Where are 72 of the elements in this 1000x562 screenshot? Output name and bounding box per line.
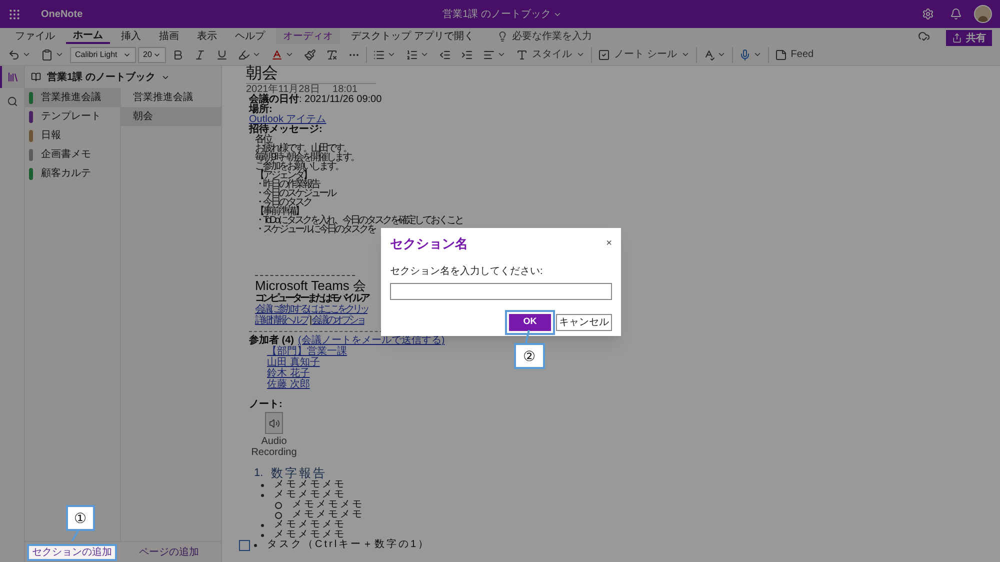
list-item: タスク（Ctrlキー＋数字の1） [267, 540, 430, 550]
message-line: ・ToDoにタスクを入れ、今日のタスクを確定しておくこと [255, 216, 462, 225]
callout-bubble: ② [514, 343, 545, 369]
menu-tab[interactable]: 挿入 [114, 28, 148, 44]
app-name: OneNote [41, 8, 83, 22]
add-page-button[interactable]: ページの追加 [117, 542, 221, 562]
list-item: メモメモメモ [274, 530, 346, 540]
page-item[interactable]: 営業推進会議 [121, 88, 221, 107]
list-item: メモメモメモ [274, 520, 346, 530]
dialog-prompt: セクション名を入力してください: [390, 264, 544, 278]
message-line: 各位 [255, 135, 271, 144]
attendee-link[interactable]: 山田 真知子 [267, 357, 320, 368]
feed-button[interactable]: Feed [770, 45, 818, 64]
notes-label: ノート: [249, 400, 282, 410]
notebook-name[interactable]: 営業1課 のノートブック [47, 70, 156, 84]
list-item: メモメモメモ [274, 480, 346, 490]
join-link[interactable]: 会議に参加するにはここをクリッ [255, 304, 368, 315]
section-item[interactable]: 日報 [25, 126, 120, 145]
menu-tab[interactable]: デスクトップ アプリで開く [344, 28, 481, 44]
font-size-dropdown[interactable]: 20 [138, 46, 166, 62]
message-line: ・今日のタスク [255, 198, 311, 207]
section-item[interactable]: テンプレート [25, 107, 120, 126]
section-item[interactable]: 顧客カルテ [25, 164, 120, 183]
message-line: ・スケジュールに今日のタスクを [255, 225, 375, 234]
meeting-date: 会議の日付: 2021/11/26 09:00 [249, 95, 382, 105]
teams-heading: Microsoft Teams 会 [255, 278, 366, 293]
page-title: 朝会 [246, 66, 376, 84]
font-dropdown[interactable]: Calibri Light [70, 46, 136, 62]
message-line: お疲れ様です。山田です。 [255, 144, 351, 153]
message-line: ご参加をお願いします。 [255, 162, 343, 171]
page-item[interactable]: 朝会 [121, 107, 221, 126]
search-field[interactable]: 必要な作業を入力 [512, 29, 652, 43]
list-number: 1. [254, 468, 264, 478]
close-button[interactable]: × [606, 238, 612, 249]
attendee-link[interactable]: 佐藤 次郎 [267, 379, 310, 390]
message-line: 【アジェンダ】 [255, 171, 311, 180]
menu-tab[interactable]: 描画 [152, 28, 186, 44]
message-line: 毎朝9時~朝会を開催します。 [255, 153, 358, 162]
list-item: メモメモメモ [292, 500, 364, 510]
outlook-link[interactable]: Outlook アイテム [249, 115, 326, 125]
dialog-title: セクション名 [390, 235, 468, 253]
attachment-name: Audio Recording [250, 436, 298, 458]
menu-tab[interactable]: ヘルプ [228, 28, 272, 44]
attendee-link[interactable]: 【部門】営業一課 [267, 346, 347, 357]
callout-bubble: ① [66, 505, 95, 531]
note-tags-button[interactable]: ノート シール [594, 45, 694, 64]
message-line: 【事前準備】 [255, 207, 303, 216]
menu-tab[interactable]: ファイル [8, 28, 62, 44]
add-section-button[interactable]: セクションの追加 [27, 544, 117, 560]
share-button[interactable]: 共有 [946, 30, 992, 46]
outline-heading: 数字報告 [271, 466, 328, 480]
section-item[interactable]: 営業推進会議 [25, 88, 120, 107]
help-link[interactable]: 詳細情報ヘルプ [255, 315, 308, 326]
message-line: ・昨日の作業報告 [255, 180, 319, 189]
ok-button[interactable]: OK [509, 314, 551, 330]
menu-tab[interactable]: 表示 [190, 28, 224, 44]
section-item[interactable]: 企画書メモ [25, 145, 120, 164]
notebook-title[interactable]: 営業1課 のノートブック [442, 6, 551, 22]
attendee-link[interactable]: 鈴木 花子 [267, 368, 310, 379]
list-item: メモメモメモ [274, 490, 346, 500]
options-link[interactable]: 会議のオプショ [312, 315, 364, 326]
page-timestamp: 2021年11月28日 18:01 [246, 84, 358, 95]
message-line: ・今日のスケジュール [255, 189, 335, 198]
attendees-label: 参加者 (4) [249, 335, 294, 346]
menu-tab[interactable]: オーディオ [276, 28, 340, 44]
styles-button[interactable]: スタイル [512, 45, 589, 64]
list-item: メモメモメモ [292, 510, 364, 520]
cancel-button[interactable]: キャンセル [556, 314, 612, 330]
teams-subheading: コンピューターまたはモバイル ア [255, 293, 368, 304]
invite-label: 招待メッセージ: [249, 125, 322, 135]
menu-tab[interactable]: ホーム [66, 28, 110, 44]
location-label: 場所: [249, 105, 272, 115]
